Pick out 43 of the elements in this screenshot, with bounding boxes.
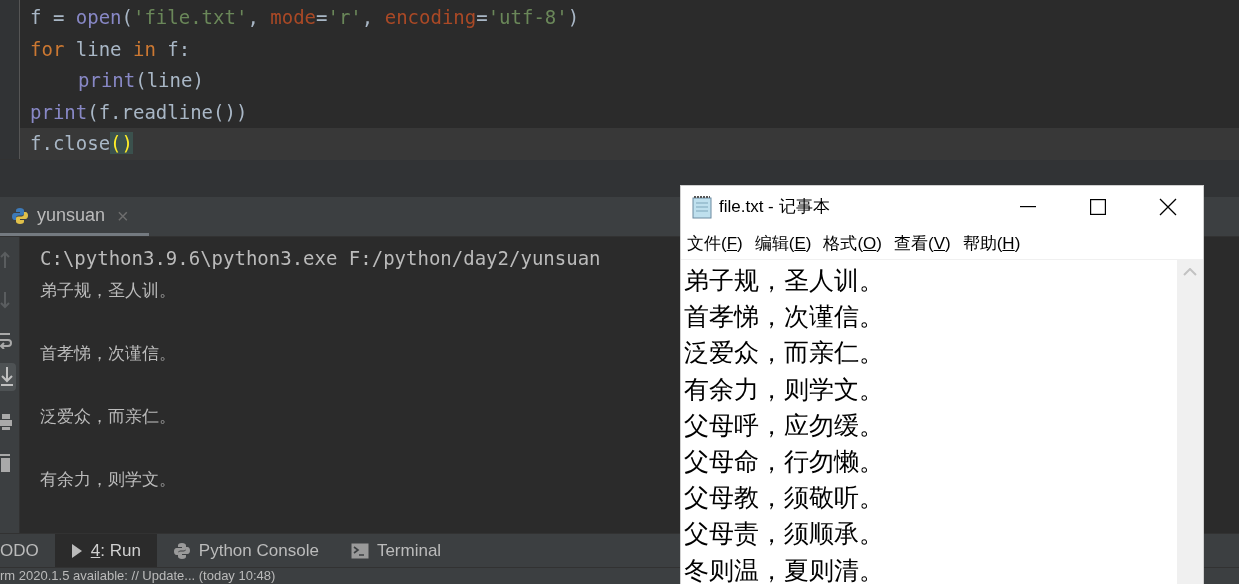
wrap-icon[interactable] [0, 331, 12, 349]
text-line: 父母呼，应勿缓。 [684, 409, 885, 441]
console-line: 有余力，则学文。 [40, 467, 176, 491]
text-line: 冬则温，夏则清。 [684, 554, 885, 584]
window-title: file.txt - 记事本 [719, 196, 830, 219]
python-icon [11, 206, 29, 225]
text-line: 首孝悌，次谨信。 [684, 301, 885, 333]
minimize-icon [1020, 206, 1036, 208]
tool-window-tab[interactable]: ODO [0, 534, 55, 567]
console-line: 首孝悌，次谨信。 [40, 341, 176, 365]
console-line: 弟子规，圣人训。 [40, 278, 176, 302]
close-icon [1159, 198, 1177, 216]
text-line: 父母责，须顺承。 [684, 518, 885, 550]
notepad-icon [691, 195, 713, 219]
trash-icon[interactable] [0, 453, 10, 473]
tool-window-tab[interactable]: Python Console [156, 534, 335, 567]
text-line: 泛爱众，而亲仁。 [684, 337, 885, 369]
play-icon [70, 542, 83, 559]
download-icon[interactable] [0, 363, 16, 391]
code-editor[interactable]: f = open('file.txt', mode='r', encoding='utf-8') for line in f: print(line) print(f.readline()) f.close() [0, 0, 1239, 160]
menu-item[interactable]: 文件(F) [687, 230, 743, 257]
tool-window-tab[interactable]: Terminal [334, 534, 458, 567]
run-tab[interactable]: yunsuan × [0, 198, 149, 236]
status-text: rm 2020.1.5 available: // Update... (today 10:48) [0, 568, 276, 584]
console-line: 泛爱众，而亲仁。 [40, 404, 176, 428]
text-line: 有余力，则学文。 [684, 373, 885, 405]
arrow-down-icon[interactable] [0, 291, 10, 309]
scrollbar[interactable] [1177, 260, 1203, 584]
text-line: 父母命，行勿懒。 [684, 446, 885, 477]
menu-item[interactable]: 查看(V) [894, 230, 951, 257]
tool-window-tab[interactable]: 4: Run [54, 534, 157, 567]
maximize-icon [1090, 199, 1106, 215]
text-area[interactable]: 弟子规，圣人训。 首孝悌，次谨信。 泛爱众，而亲仁。 有余力，则学文。 父母呼，应勿缓。 父母命，行勿懒。 父母教，须敬听。 父母责，须顺承。 冬则温，夏则清。 [681, 260, 1177, 584]
text-line: 弟子规，圣人训。 [684, 265, 885, 296]
arrow-up-icon[interactable] [0, 251, 10, 269]
console-line: C:\python3.9.6\python3.exe F:/python/day2/yunsuan [40, 246, 601, 271]
terminal-icon [350, 542, 369, 559]
menu-item[interactable]: 编辑(E) [754, 230, 812, 257]
python-icon [172, 541, 191, 560]
text-line: 父母教，须敬听。 [684, 482, 885, 514]
menu-item[interactable]: 格式(O) [823, 230, 882, 257]
menu-item[interactable]: 帮助(H) [962, 230, 1021, 257]
print-icon[interactable] [0, 413, 12, 431]
